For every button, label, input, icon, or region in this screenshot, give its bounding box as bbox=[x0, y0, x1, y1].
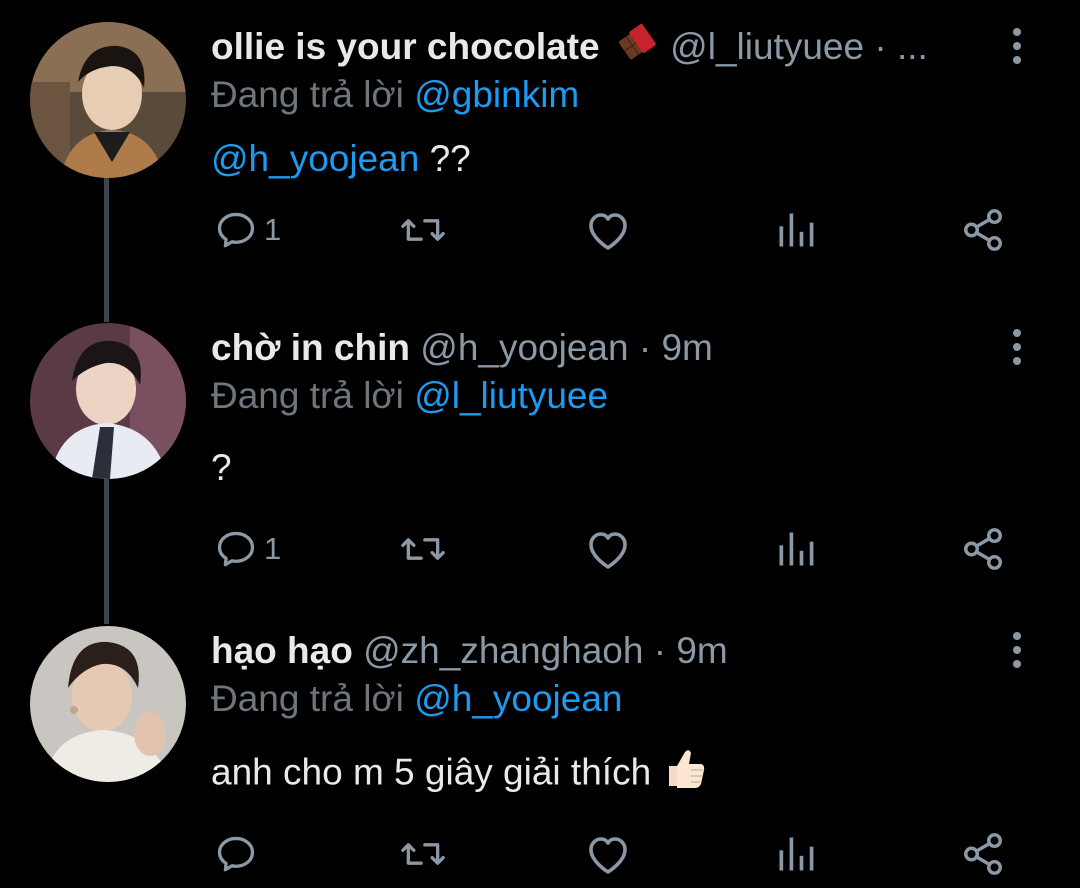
analytics-icon bbox=[779, 213, 814, 247]
conversation-thread: ollie is your chocolate @l_liutyuee · ..… bbox=[0, 0, 1080, 888]
avatar[interactable] bbox=[30, 22, 186, 178]
body-mention[interactable]: @h_yoojean bbox=[211, 138, 419, 179]
tweet-header: hạo hạo @zh_zhanghaoh · 9m bbox=[211, 626, 991, 676]
replying-to-line: Đang trả lời @gbinkim bbox=[211, 70, 579, 120]
more-options-button[interactable] bbox=[1000, 24, 1034, 68]
display-name[interactable]: ollie is your chocolate bbox=[211, 26, 600, 67]
avatar-image bbox=[30, 626, 186, 782]
user-handle[interactable]: @l_liutyuee bbox=[670, 26, 864, 67]
reply-button[interactable]: 1 bbox=[214, 521, 281, 577]
replying-to-label: Đang trả lời bbox=[211, 74, 404, 115]
chocolate-bar-icon bbox=[616, 23, 656, 72]
user-handle[interactable]: @h_yoojean bbox=[420, 327, 628, 368]
timestamp: · 9m bbox=[653, 630, 728, 671]
timestamp: · ... bbox=[874, 26, 928, 67]
reply-button[interactable] bbox=[214, 826, 264, 882]
timestamp: · 9m bbox=[638, 327, 713, 368]
retweet-icon bbox=[401, 219, 445, 241]
share-button[interactable] bbox=[960, 202, 1006, 258]
replying-to-mention[interactable]: @h_yoojean bbox=[414, 678, 622, 719]
display-name[interactable]: hạo hạo bbox=[211, 630, 353, 671]
share-button[interactable] bbox=[960, 521, 1006, 577]
analytics-icon bbox=[779, 532, 814, 566]
reply-count: 1 bbox=[264, 212, 282, 247]
reply-icon bbox=[217, 531, 255, 567]
dot-icon bbox=[1013, 343, 1021, 351]
replying-to-line: Đang trả lời @h_yoojean bbox=[211, 674, 623, 724]
dot-icon bbox=[1013, 56, 1021, 64]
retweet-button[interactable] bbox=[398, 202, 448, 258]
retweet-icon bbox=[401, 538, 445, 560]
display-name[interactable]: chờ in chin bbox=[211, 327, 410, 368]
more-options-button[interactable] bbox=[1000, 628, 1034, 672]
tweet-actions: 1 bbox=[0, 202, 1080, 258]
tweet-body: ? bbox=[211, 443, 232, 493]
tweet-body: @h_yoojean ?? bbox=[211, 134, 471, 184]
user-handle[interactable]: @zh_zhanghaoh bbox=[363, 630, 643, 671]
analytics-button[interactable] bbox=[774, 521, 818, 577]
replying-to-mention[interactable]: @l_liutyuee bbox=[414, 375, 608, 416]
dot-icon bbox=[1013, 42, 1021, 50]
body-text: ? bbox=[211, 447, 232, 488]
more-options-button[interactable] bbox=[1000, 325, 1034, 369]
body-text: anh cho m 5 giây giải thích bbox=[211, 751, 662, 793]
like-button[interactable] bbox=[584, 521, 632, 577]
heart-icon bbox=[589, 532, 627, 569]
dot-icon bbox=[1013, 357, 1021, 365]
replying-to-line: Đang trả lời @l_liutyuee bbox=[211, 371, 608, 421]
share-icon bbox=[964, 833, 1002, 875]
analytics-icon bbox=[779, 837, 814, 871]
body-text: ?? bbox=[419, 138, 471, 179]
dot-icon bbox=[1013, 660, 1021, 668]
heart-icon bbox=[589, 837, 627, 874]
replying-to-mention[interactable]: @gbinkim bbox=[414, 74, 579, 115]
share-button[interactable] bbox=[960, 826, 1006, 882]
like-button[interactable] bbox=[584, 202, 632, 258]
avatar[interactable] bbox=[30, 626, 186, 782]
tweet-header: ollie is your chocolate @l_liutyuee · ..… bbox=[211, 22, 991, 72]
avatar[interactable] bbox=[30, 323, 186, 479]
tweet-body: anh cho m 5 giây giải thích bbox=[211, 744, 709, 794]
replying-to-label: Đang trả lời bbox=[211, 678, 404, 719]
replying-to-label: Đang trả lời bbox=[211, 375, 404, 416]
dot-icon bbox=[1013, 329, 1021, 337]
avatar-image bbox=[30, 323, 186, 479]
dot-icon bbox=[1013, 646, 1021, 654]
analytics-button[interactable] bbox=[774, 826, 818, 882]
retweet-icon bbox=[401, 843, 445, 865]
retweet-button[interactable] bbox=[398, 826, 448, 882]
tweet-header: chờ in chin @h_yoojean · 9m bbox=[211, 323, 991, 373]
share-icon bbox=[964, 209, 1002, 251]
tweet-actions bbox=[0, 826, 1080, 882]
retweet-button[interactable] bbox=[398, 521, 448, 577]
dot-icon bbox=[1013, 632, 1021, 640]
like-button[interactable] bbox=[584, 826, 632, 882]
reply-icon bbox=[217, 212, 255, 248]
analytics-button[interactable] bbox=[774, 202, 818, 258]
share-icon bbox=[964, 528, 1002, 570]
reply-icon bbox=[217, 836, 255, 872]
dot-icon bbox=[1013, 28, 1021, 36]
thumbs-up-icon bbox=[661, 744, 709, 805]
heart-icon bbox=[589, 213, 627, 250]
reply-count: 1 bbox=[264, 531, 282, 566]
reply-button[interactable]: 1 bbox=[214, 202, 281, 258]
avatar-image bbox=[30, 22, 186, 178]
tweet-actions: 1 bbox=[0, 521, 1080, 577]
